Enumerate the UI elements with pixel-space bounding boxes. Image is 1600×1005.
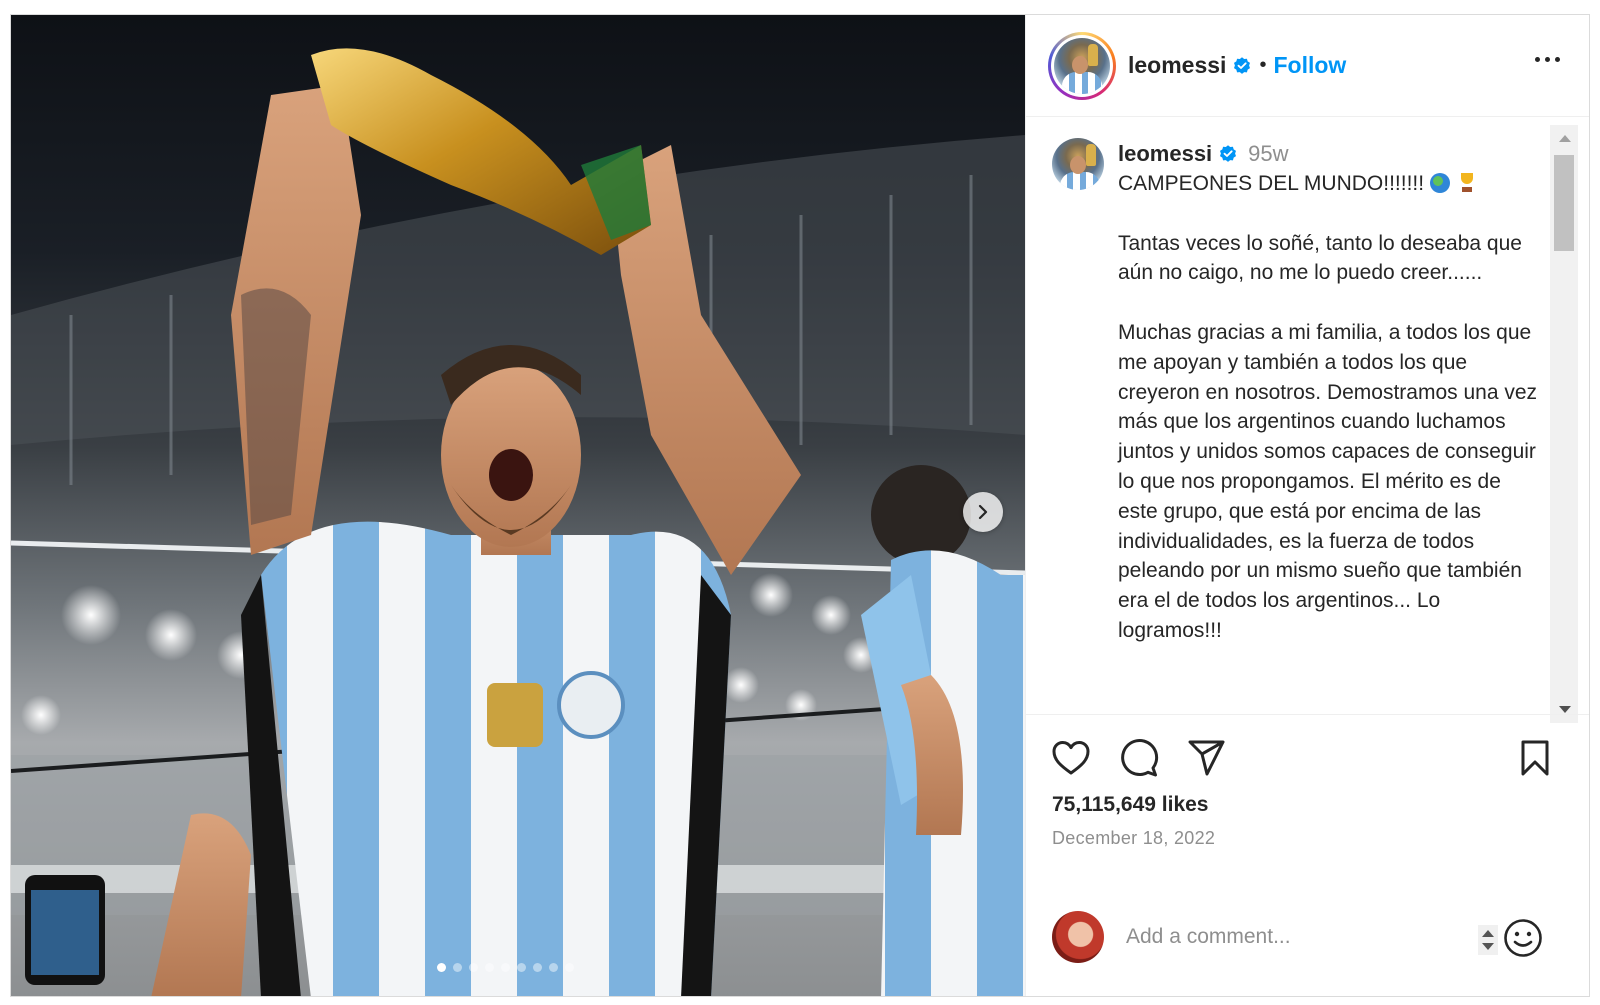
carousel-dot [565,963,574,972]
post-media[interactable] [11,15,1025,996]
comment-composer [1026,895,1589,981]
verified-badge-icon [1232,56,1252,76]
scroll-down-arrow-icon[interactable] [1559,706,1571,713]
comment-input[interactable] [1126,919,1466,955]
comment-icon[interactable] [1118,737,1160,779]
caption-scrollbar[interactable] [1550,125,1578,723]
post-actions: 75,115,649 likes December 18, 2022 [1026,714,1589,996]
caption-avatar[interactable] [1052,138,1104,190]
caption-timestamp[interactable]: 95w [1248,141,1288,167]
globe-emoji-icon [1430,173,1451,193]
bookmark-icon[interactable] [1514,737,1556,779]
caption-scroll-area[interactable]: leomessi 95w CAMPEONES DEL MUNDO!!!!!!! … [1026,118,1589,714]
post-photo [11,48,1025,996]
emoji-icon[interactable] [1502,917,1544,959]
post-sidebar: leomessi • Follow leomessi 95w CAMPEONES… [1025,15,1589,996]
more-options-icon[interactable] [1535,57,1560,62]
carousel-dot [453,963,462,972]
share-icon[interactable] [1186,737,1228,779]
author-avatar [1054,37,1110,94]
scroll-up-arrow-icon[interactable] [1559,135,1571,142]
heart-icon[interactable] [1050,737,1092,779]
carousel-dot [549,963,558,972]
caption-first-line: CAMPEONES DEL MUNDO!!!!!!! [1118,169,1538,199]
scrollbar-thumb[interactable] [1554,155,1574,251]
carousel-dot [437,963,446,972]
carousel-next-button[interactable] [963,492,1003,532]
carousel-dot [469,963,478,972]
author-username[interactable]: leomessi [1128,52,1226,79]
current-user-avatar [1052,911,1104,963]
post-header: leomessi • Follow [1026,15,1589,117]
input-resize-stepper[interactable] [1478,925,1498,955]
action-icons-row [1050,737,1228,779]
chevron-right-icon [978,504,988,520]
post-frame: leomessi • Follow leomessi 95w CAMPEONES… [10,14,1590,997]
author-avatar-small [1052,138,1104,190]
carousel-dot [533,963,542,972]
carousel-dots [437,963,574,972]
header-separator: • [1259,54,1267,76]
likes-count[interactable]: 75,115,649 likes [1052,793,1209,817]
carousel-dot [501,963,510,972]
caption-paragraph-1: Tantas veces lo soñé, tanto lo deseaba q… [1118,231,1522,285]
carousel-dot [485,963,494,972]
caption-paragraph-2: Muchas gracias a mi familia, a todos los… [1118,320,1538,642]
caption-username[interactable]: leomessi [1118,141,1212,167]
carousel-dot [517,963,526,972]
caption-header: leomessi 95w [1118,140,1538,168]
caption-body: leomessi 95w CAMPEONES DEL MUNDO!!!!!!! … [1118,140,1538,646]
follow-button[interactable]: Follow [1273,52,1346,79]
verified-badge-icon [1218,144,1238,164]
caption-headline: CAMPEONES DEL MUNDO!!!!!!! [1118,172,1425,195]
post-date[interactable]: December 18, 2022 [1052,828,1215,849]
trophy-emoji-icon [1458,173,1476,193]
author-avatar-ring[interactable] [1048,31,1116,100]
